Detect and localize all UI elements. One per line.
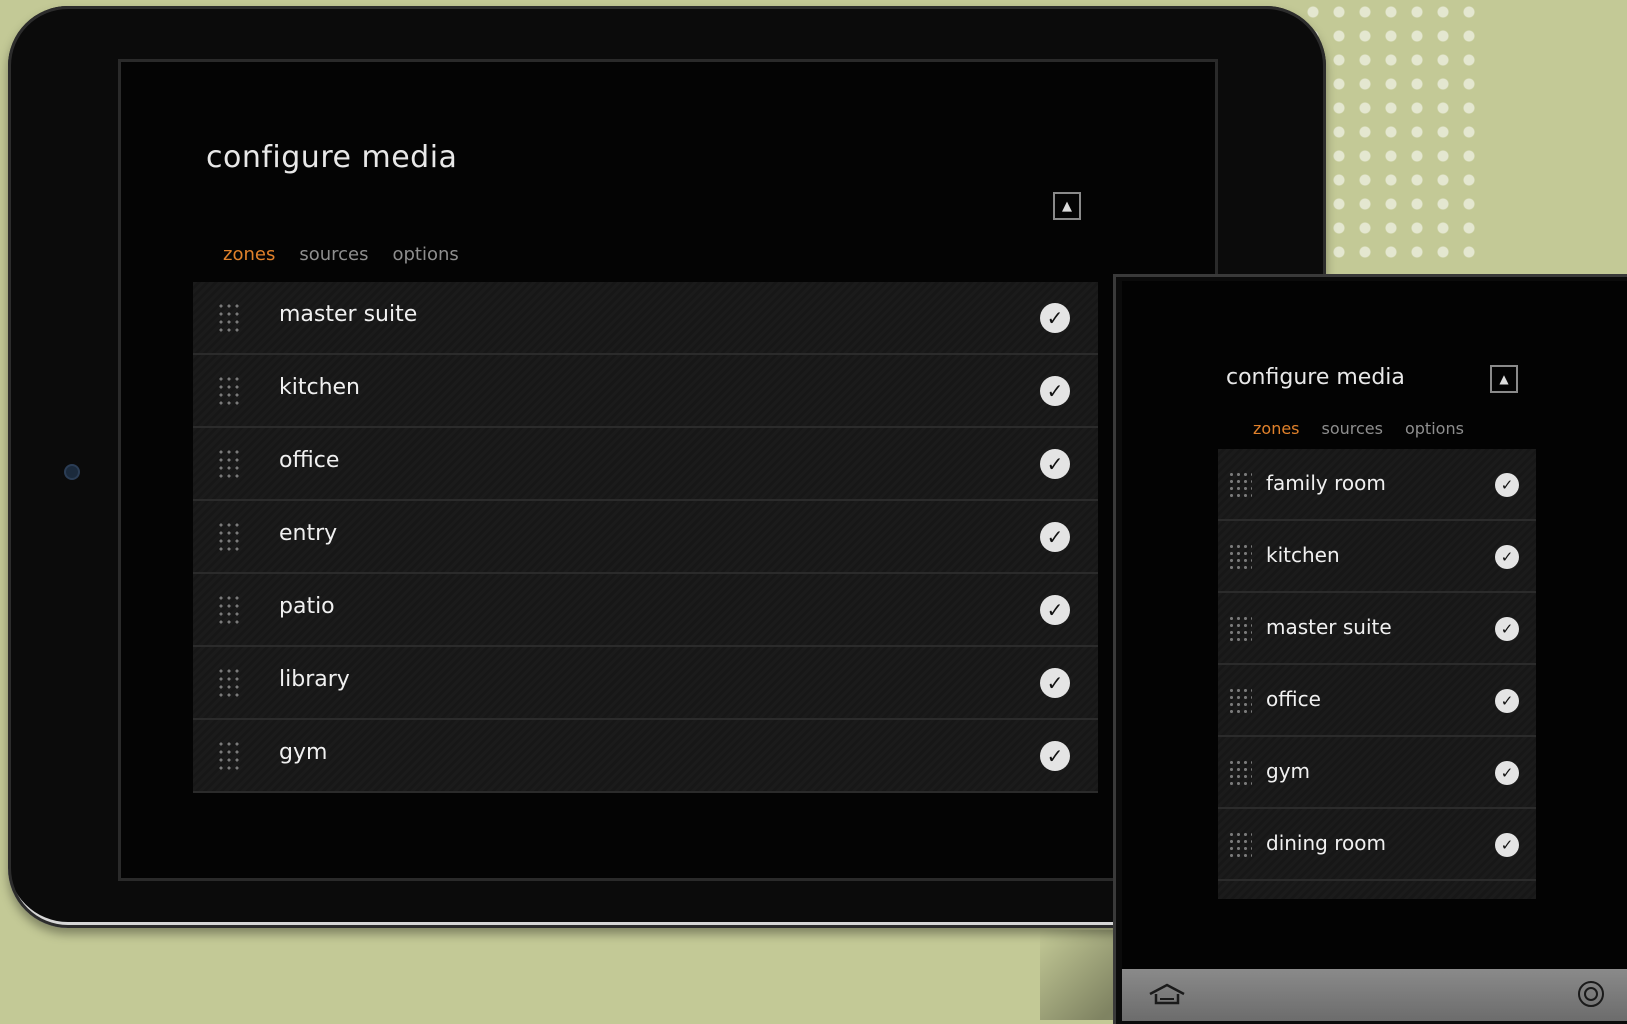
- tab-bar: zones sources options: [223, 244, 459, 265]
- zone-label: master suite: [279, 302, 418, 327]
- zone-row[interactable]: gym ✓: [1218, 737, 1536, 809]
- phone-device: configure media ▲ zones sources options …: [1113, 274, 1627, 1024]
- power-icon[interactable]: [1578, 981, 1604, 1007]
- drag-handle-icon[interactable]: [1228, 543, 1252, 573]
- zone-label: gym: [1266, 759, 1311, 783]
- triangle-up-icon: ▲: [1499, 372, 1509, 386]
- zone-row[interactable]: patio ✓: [193, 574, 1098, 647]
- tab-zones[interactable]: zones: [223, 244, 275, 265]
- zone-label: master suite: [1266, 615, 1392, 639]
- checkmark-icon[interactable]: ✓: [1040, 668, 1070, 698]
- bottom-bar: [1122, 969, 1627, 1021]
- zone-row[interactable]: entry ✓: [193, 501, 1098, 574]
- zone-label: office: [1266, 687, 1321, 711]
- zone-label: dining room: [1266, 831, 1386, 855]
- zone-row[interactable]: family room ✓: [1218, 449, 1536, 521]
- tab-options[interactable]: options: [392, 244, 458, 265]
- collapse-button[interactable]: ▲: [1053, 192, 1081, 220]
- drag-handle-icon[interactable]: [217, 667, 241, 699]
- tab-sources[interactable]: sources: [299, 244, 368, 265]
- zone-label: kitchen: [279, 375, 360, 400]
- drag-handle-icon[interactable]: [1228, 687, 1252, 717]
- checkmark-icon[interactable]: ✓: [1495, 689, 1519, 713]
- zone-row[interactable]: master suite ✓: [193, 282, 1098, 355]
- zone-list: master suite ✓ kitchen ✓ office ✓ entry …: [193, 282, 1098, 793]
- checkmark-icon[interactable]: ✓: [1040, 741, 1070, 771]
- zone-label: patio: [279, 594, 335, 619]
- list-scroll-remainder: [1218, 881, 1536, 899]
- zone-label: gym: [279, 740, 328, 765]
- zone-label: kitchen: [1266, 543, 1340, 567]
- zone-label: family room: [1266, 471, 1386, 495]
- checkmark-icon[interactable]: ✓: [1040, 303, 1070, 333]
- drag-handle-icon[interactable]: [1228, 759, 1252, 789]
- zone-row[interactable]: master suite ✓: [1218, 593, 1536, 665]
- checkmark-icon[interactable]: ✓: [1495, 761, 1519, 785]
- checkmark-icon[interactable]: ✓: [1495, 545, 1519, 569]
- configure-media-panel: configure media ▲ zones sources options …: [193, 122, 1098, 793]
- zone-row[interactable]: office ✓: [1218, 665, 1536, 737]
- camera-icon: [66, 466, 78, 478]
- drag-handle-icon[interactable]: [217, 740, 241, 772]
- checkmark-icon[interactable]: ✓: [1040, 522, 1070, 552]
- collapse-button[interactable]: ▲: [1490, 365, 1518, 393]
- drag-handle-icon[interactable]: [1228, 471, 1252, 501]
- zone-label: library: [279, 667, 350, 692]
- drag-handle-icon[interactable]: [217, 594, 241, 626]
- drag-handle-icon[interactable]: [217, 375, 241, 407]
- tablet-screen: configure media ▲ zones sources options …: [118, 59, 1218, 881]
- zone-row[interactable]: gym ✓: [193, 720, 1098, 793]
- zone-row[interactable]: dining room ✓: [1218, 809, 1536, 881]
- phone-screen: configure media ▲ zones sources options …: [1122, 281, 1627, 971]
- home-icon[interactable]: [1148, 983, 1186, 1005]
- checkmark-icon[interactable]: ✓: [1040, 449, 1070, 479]
- zone-row[interactable]: library ✓: [193, 647, 1098, 720]
- drag-handle-icon[interactable]: [217, 302, 241, 334]
- zone-list: family room ✓ kitchen ✓ master suite ✓ o…: [1218, 449, 1536, 899]
- zone-row[interactable]: kitchen ✓: [1218, 521, 1536, 593]
- configure-media-panel: configure media ▲ zones sources options …: [1218, 349, 1536, 909]
- checkmark-icon[interactable]: ✓: [1495, 473, 1519, 497]
- drag-handle-icon[interactable]: [1228, 615, 1252, 645]
- triangle-up-icon: ▲: [1062, 198, 1072, 214]
- zone-row[interactable]: kitchen ✓: [193, 355, 1098, 428]
- drag-handle-icon[interactable]: [217, 448, 241, 480]
- page-title: configure media: [206, 140, 458, 175]
- zone-row[interactable]: office ✓: [193, 428, 1098, 501]
- page-title: configure media: [1226, 365, 1405, 390]
- tab-sources[interactable]: sources: [1322, 419, 1383, 438]
- drag-handle-icon[interactable]: [1228, 831, 1252, 861]
- tab-zones[interactable]: zones: [1253, 419, 1300, 438]
- tab-bar: zones sources options: [1253, 419, 1464, 438]
- zone-label: office: [279, 448, 340, 473]
- background-dot-pattern: [1300, 0, 1480, 270]
- checkmark-icon[interactable]: ✓: [1495, 617, 1519, 641]
- drag-handle-icon[interactable]: [217, 521, 241, 553]
- checkmark-icon[interactable]: ✓: [1040, 595, 1070, 625]
- tab-options[interactable]: options: [1405, 419, 1464, 438]
- checkmark-icon[interactable]: ✓: [1495, 833, 1519, 857]
- zone-label: entry: [279, 521, 338, 546]
- checkmark-icon[interactable]: ✓: [1040, 376, 1070, 406]
